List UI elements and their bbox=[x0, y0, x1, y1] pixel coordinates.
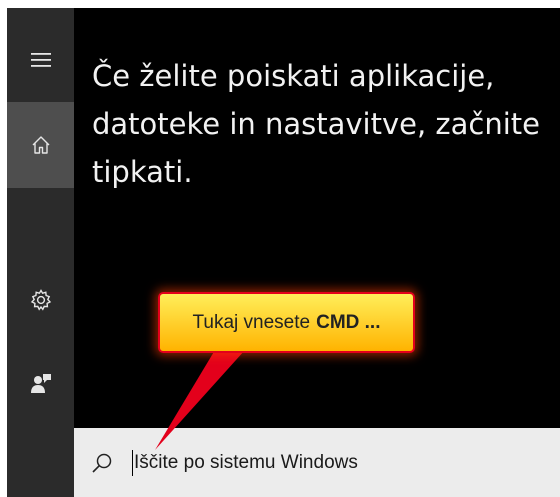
person-icon bbox=[30, 374, 51, 393]
home-icon bbox=[32, 136, 49, 154]
search-icon bbox=[92, 453, 112, 473]
callout-bold-text: CMD ... bbox=[316, 311, 381, 333]
start-menu-panel: Če želite poiskati aplikacije, datoteke … bbox=[7, 8, 560, 497]
home-button[interactable] bbox=[7, 102, 74, 188]
start-sidebar bbox=[7, 8, 74, 497]
settings-button[interactable] bbox=[7, 270, 74, 330]
search-hint-text: Če želite poiskati aplikacije, datoteke … bbox=[92, 59, 540, 189]
search-bar[interactable] bbox=[74, 428, 560, 497]
gear-icon bbox=[30, 289, 51, 311]
hamburger-icon bbox=[30, 53, 51, 67]
menu-button[interactable] bbox=[7, 32, 74, 88]
search-input[interactable] bbox=[134, 450, 534, 476]
start-content: Če želite poiskati aplikacije, datoteke … bbox=[74, 8, 560, 428]
annotation-callout: Tukaj vnesete CMD ... bbox=[158, 292, 415, 353]
callout-text: Tukaj vnesete bbox=[192, 311, 311, 333]
text-caret bbox=[132, 450, 133, 476]
feedback-button[interactable] bbox=[7, 353, 74, 413]
